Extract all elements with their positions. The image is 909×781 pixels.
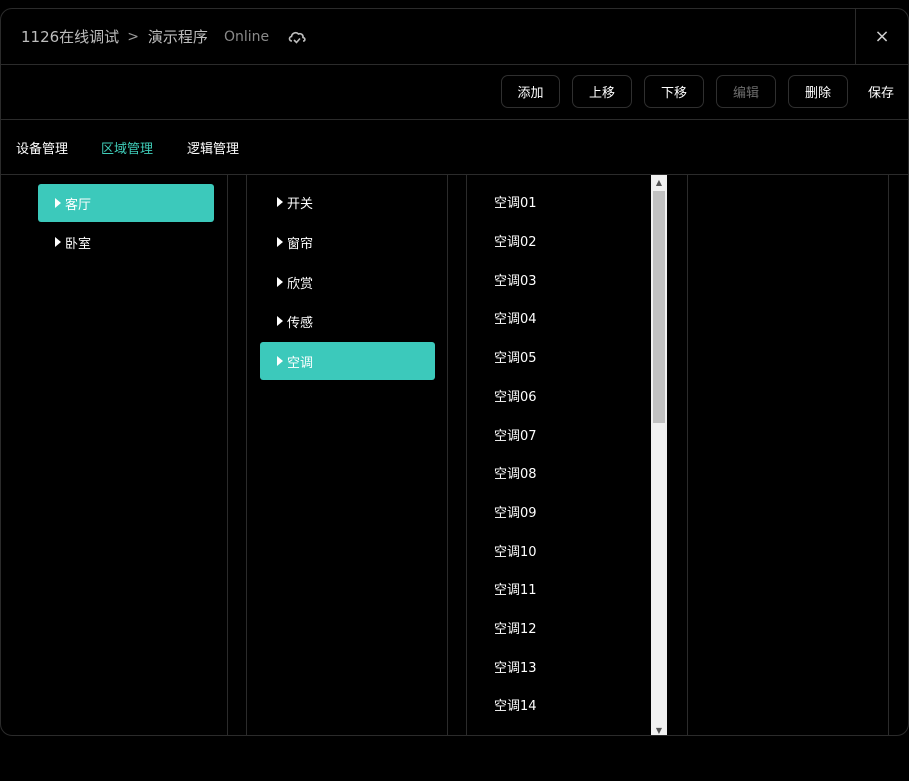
room-label: 客厅 (65, 197, 92, 213)
debug-window: 1126在线调试 > 演示程序 Online × 添加 上移 下移 编辑 删除 … (0, 8, 909, 736)
status-text: Online (223, 28, 270, 45)
triangle-right-icon (277, 197, 283, 207)
triangle-right-icon (55, 198, 61, 208)
category-column: 开关 窗帘 欣赏 传感 空调 (247, 175, 448, 735)
device-item[interactable]: 空调07 (494, 425, 537, 444)
triangle-right-icon (277, 356, 283, 366)
device-item[interactable]: 空调14 (494, 695, 537, 714)
room-column: 客厅 卧室 (1, 175, 228, 735)
scroll-up-arrow-icon[interactable]: ▲ (651, 175, 667, 189)
device-item[interactable]: 空调10 (494, 541, 537, 560)
add-button[interactable]: 添加 (501, 75, 560, 108)
device-item[interactable]: 空调06 (494, 386, 537, 405)
device-item[interactable]: 空调02 (494, 231, 537, 250)
scroll-down-arrow-icon[interactable]: ▼ (651, 723, 667, 735)
cloud-sync-icon[interactable] (287, 28, 307, 46)
breadcrumb: 1126在线调试 > 演示程序 Online (21, 26, 307, 47)
move-down-button[interactable]: 下移 (644, 75, 704, 108)
device-item[interactable]: 空调04 (494, 308, 537, 327)
toolbar: 添加 上移 下移 编辑 删除 保存 (1, 65, 908, 120)
save-button[interactable]: 保存 (861, 75, 901, 108)
device-item[interactable]: 空调01 (494, 192, 537, 211)
room-item-bedroom[interactable]: 卧室 (38, 223, 214, 261)
room-label: 卧室 (65, 236, 92, 252)
triangle-right-icon (277, 277, 283, 287)
scroll-thumb[interactable] (653, 191, 665, 423)
device-item[interactable]: 空调13 (494, 657, 537, 676)
device-list-scrollbar[interactable]: ▲ ▼ (651, 175, 667, 735)
triangle-right-icon (277, 316, 283, 326)
category-label: 传感 (287, 315, 314, 331)
tab-bar: 设备管理 区域管理 逻辑管理 (1, 120, 908, 175)
room-item-living-room[interactable]: 客厅 (38, 184, 214, 222)
edit-button[interactable]: 编辑 (716, 75, 776, 108)
device-item[interactable]: 空调08 (494, 463, 537, 482)
category-label: 欣赏 (287, 276, 314, 292)
category-item-switch[interactable]: 开关 (260, 183, 435, 221)
breadcrumb-root[interactable]: 1126在线调试 (21, 26, 119, 47)
tab-area-management[interactable]: 区域管理 (101, 138, 153, 157)
tab-device-management[interactable]: 设备管理 (16, 138, 68, 157)
device-item[interactable]: 空调11 (494, 579, 537, 598)
triangle-right-icon (55, 237, 61, 247)
category-item-entertainment[interactable]: 欣赏 (260, 263, 435, 301)
device-item[interactable]: 空调12 (494, 618, 537, 637)
category-label: 开关 (287, 196, 314, 212)
category-item-sensor[interactable]: 传感 (260, 302, 435, 340)
category-item-air-conditioner[interactable]: 空调 (260, 342, 435, 380)
device-item[interactable]: 空调09 (494, 502, 537, 521)
column-divider (448, 175, 467, 735)
breadcrumb-current: 演示程序 (147, 28, 208, 46)
triangle-right-icon (277, 237, 283, 247)
delete-button[interactable]: 删除 (788, 75, 848, 108)
category-label: 窗帘 (287, 236, 314, 252)
category-label: 空调 (287, 355, 314, 371)
move-up-button[interactable]: 上移 (572, 75, 632, 108)
breadcrumb-separator: > (127, 28, 139, 45)
category-item-curtain[interactable]: 窗帘 (260, 223, 435, 261)
close-button[interactable]: × (855, 9, 908, 64)
device-item[interactable]: 空调03 (494, 270, 537, 289)
close-icon: × (874, 26, 890, 47)
tab-logic-management[interactable]: 逻辑管理 (187, 138, 239, 157)
detail-column (688, 175, 889, 735)
device-item[interactable]: 空调05 (494, 347, 537, 366)
column-divider (228, 175, 247, 735)
title-bar: 1126在线调试 > 演示程序 Online × (1, 9, 908, 65)
